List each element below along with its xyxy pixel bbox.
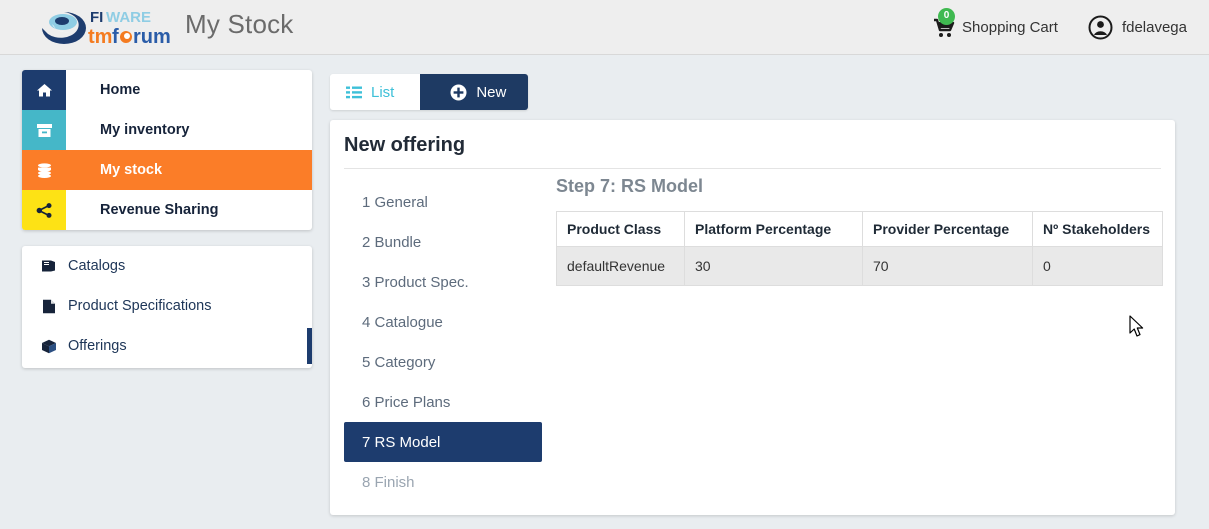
home-icon [22,70,66,110]
sidebar-item-catalogs[interactable]: Catalogs [22,246,312,286]
sidebar-item-revenue-sharing[interactable]: Revenue Sharing [22,190,312,230]
svg-text:f: f [112,26,119,48]
cart-count-badge: 0 [938,7,956,25]
rs-model-table: Product Class Platform Percentage Provid… [556,211,1163,286]
shopping-cart-button[interactable]: 0 Shopping Cart [933,7,1058,38]
list-icon [346,86,362,98]
step-label: 4 Catalogue [362,313,443,331]
logo-icon: FI WARE tm f rum [42,9,171,48]
sidebar-item-my-inventory[interactable]: My inventory [22,110,312,150]
step-item-category[interactable]: 5 Category [344,342,542,382]
step-label: 6 Price Plans [362,393,451,411]
column-header-platform-percentage: Platform Percentage [684,211,863,247]
breadcrumb: List New [330,74,529,110]
cell-product-class: defaultRevenue [556,246,685,286]
step-label: 3 Product Spec. [362,273,469,291]
user-circle-icon [1088,15,1113,40]
breadcrumb-tab-new-label: New [476,83,507,101]
sidebar-item-home-label: Home [100,82,141,98]
database-icon [22,150,66,190]
app-title: My Stock [185,9,294,39]
sidebar-main-menu: Home My inventory My stock Revenue Shari… [22,70,312,230]
cell-platform-percentage: 30 [684,246,863,286]
step-label: 1 General [362,193,428,211]
step-label: 8 Finish [362,473,415,491]
table-row[interactable]: defaultRevenue 30 70 0 [556,246,1163,286]
step-label: 5 Category [362,353,436,371]
column-header-provider-percentage: Provider Percentage [862,211,1033,247]
step-item-product-spec[interactable]: 3 Product Spec. [344,262,542,302]
step-item-catalogue[interactable]: 4 Catalogue [344,302,542,342]
svg-text:tm: tm [88,26,112,48]
breadcrumb-tab-list[interactable]: List [330,74,421,110]
step-label: 7 RS Model [362,433,441,451]
step-item-rs-model[interactable]: 7 RS Model [344,422,542,462]
sidebar-item-revenue-sharing-label: Revenue Sharing [100,202,219,218]
page-title: New offering [344,134,466,156]
breadcrumb-tab-new[interactable]: New [420,74,529,110]
plus-circle-icon [450,84,467,100]
cube-icon [40,339,58,354]
breadcrumb-tab-list-label: List [371,83,395,101]
file-icon [40,299,58,314]
column-header-stakeholders: Nº Stakeholders [1032,211,1163,247]
header-actions: 0 Shopping Cart fdelavega [933,0,1187,55]
share-alt-icon [22,190,66,230]
step-title: Step 7: RS Model [556,176,704,196]
cell-provider-percentage: 70 [862,246,1033,286]
sidebar-item-catalogs-label: Catalogs [68,258,126,274]
title-divider [344,168,1161,169]
fiware-tmforum-logo: FI WARE tm f rum [36,4,186,50]
sidebar-item-home[interactable]: Home [22,70,312,110]
sidebar-submenu: Catalogs Product Specifications Offering… [22,246,312,368]
archive-icon [22,110,66,150]
step-item-general[interactable]: 1 General [344,182,542,222]
username-label: fdelavega [1121,19,1187,36]
sidebar-item-offerings-label: Offerings [68,338,127,354]
svg-text:FI: FI [90,9,103,26]
sidebar-item-my-inventory-label: My inventory [100,122,190,138]
sidebar-item-product-specifications[interactable]: Product Specifications [22,286,312,326]
step-item-finish: 8 Finish [344,462,542,502]
sidebar-item-my-stock[interactable]: My stock [22,150,312,190]
shopping-cart-label: Shopping Cart [962,19,1058,36]
wizard-steps: 1 General 2 Bundle 3 Product Spec. 4 Cat… [344,182,542,502]
book-icon [40,259,58,273]
step-item-price-plans[interactable]: 6 Price Plans [344,382,542,422]
step-content-pane: Step 7: RS Model Product Class Platform … [556,176,1163,286]
table-header-row: Product Class Platform Percentage Provid… [556,211,1163,247]
new-offering-card: New offering 1 General 2 Bundle 3 Produc… [330,120,1175,515]
user-menu-button[interactable]: fdelavega [1088,15,1187,40]
sidebar-item-offerings[interactable]: Offerings [22,326,312,366]
cell-stakeholders: 0 [1032,246,1163,286]
step-item-bundle[interactable]: 2 Bundle [344,222,542,262]
sidebar-item-product-specifications-label: Product Specifications [68,298,212,314]
sidebar-item-my-stock-label: My stock [66,150,312,190]
step-label: 2 Bundle [362,233,422,251]
column-header-product-class: Product Class [556,211,685,247]
brand-logo-block[interactable]: FI WARE tm f rum [36,4,186,50]
top-header-bar: FI WARE tm f rum My Stock 0 Shopping Car… [0,0,1209,55]
svg-text:WARE: WARE [106,9,151,26]
svg-text:rum: rum [133,26,171,48]
